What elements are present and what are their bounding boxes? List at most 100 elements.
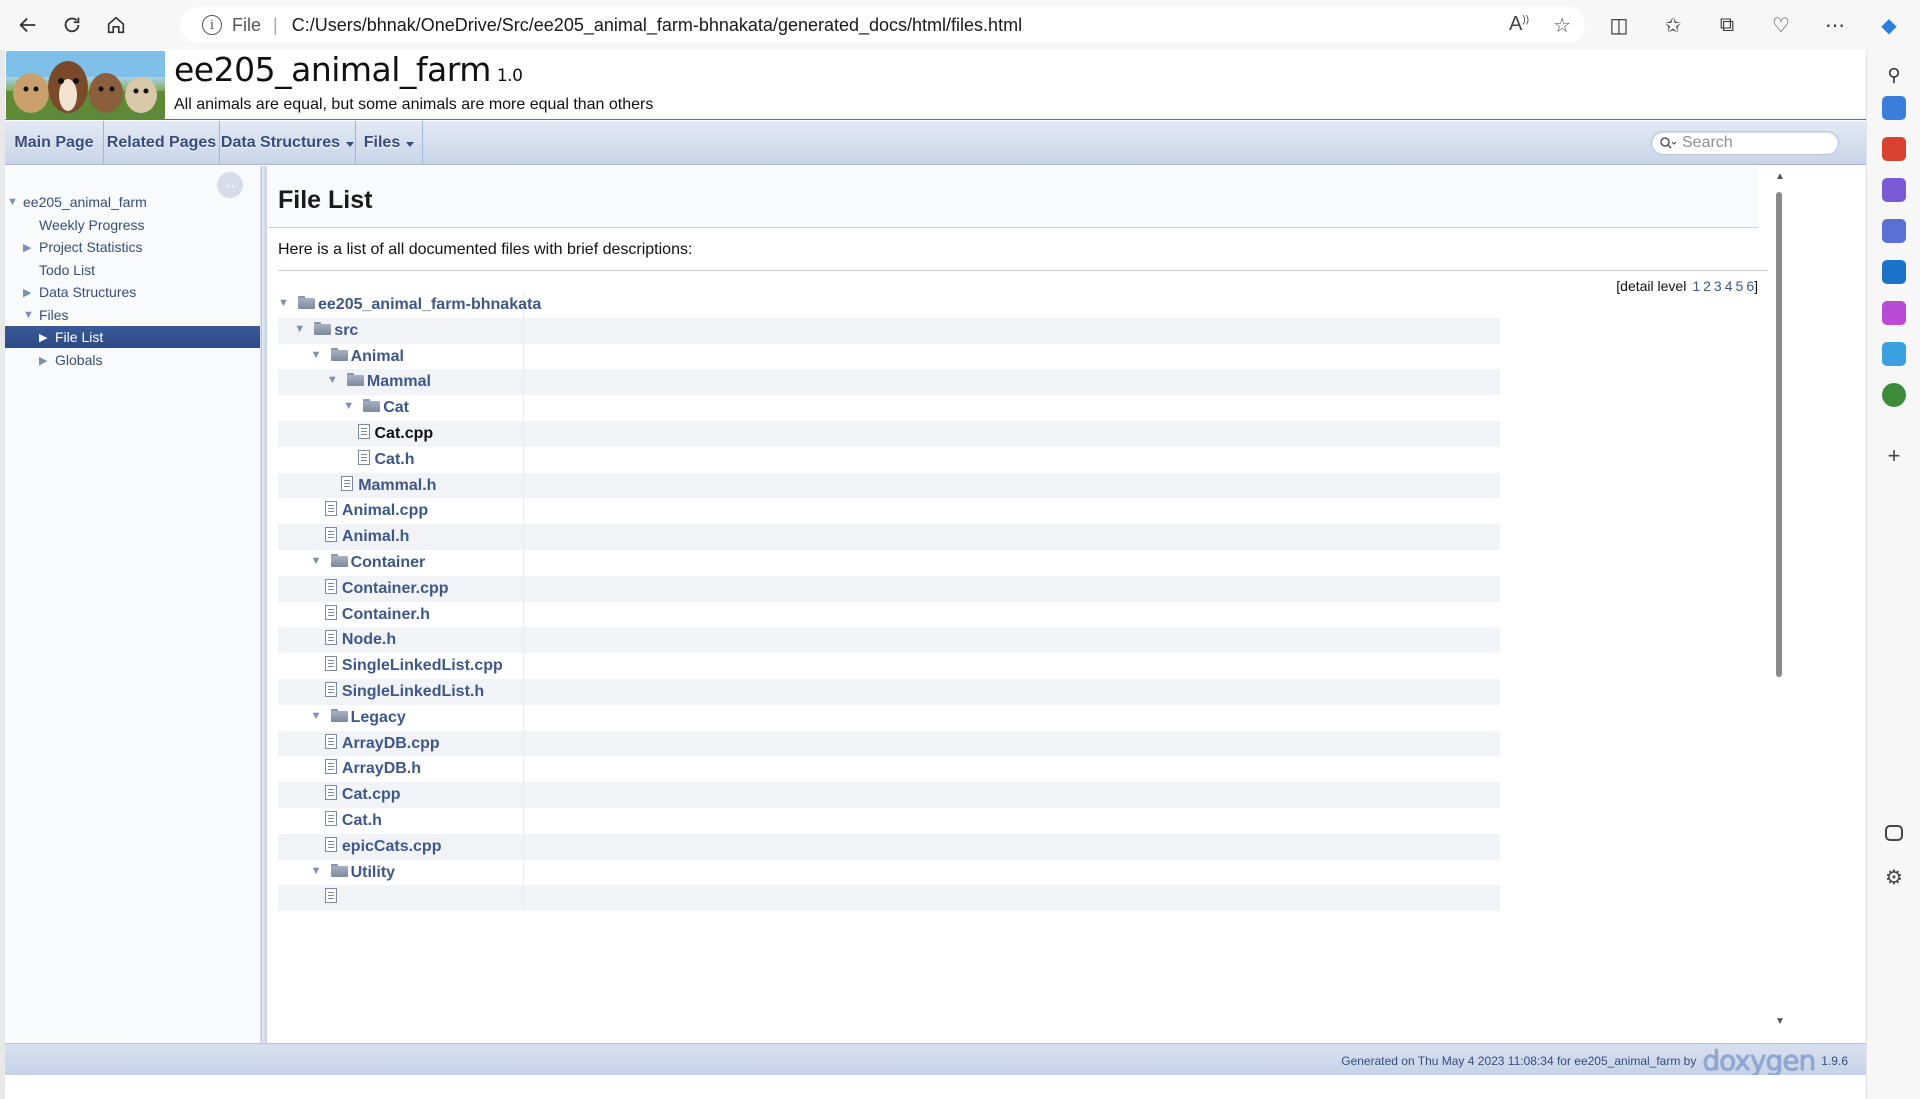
- tree-row-folder[interactable]: ▼ Animal: [278, 343, 1500, 370]
- file-link[interactable]: Node.h: [342, 631, 396, 649]
- nav-item-data-structures[interactable]: ▶ Data Structures: [5, 281, 260, 303]
- file-link[interactable]: epicCats.cpp: [342, 838, 442, 856]
- nav-expand-arrow-icon[interactable]: ▶: [39, 354, 47, 367]
- tree-row-file[interactable]: Node.h: [278, 627, 1500, 654]
- folder-link[interactable]: ee205_animal_farm-bhnakata: [318, 296, 541, 314]
- expand-arrow-icon[interactable]: ▼: [311, 865, 322, 877]
- folder-link[interactable]: Utility: [351, 864, 395, 882]
- tree-row-file[interactable]: Animal.h: [278, 524, 1500, 550]
- file-link[interactable]: Cat.cpp: [375, 425, 434, 443]
- folder-link[interactable]: Legacy: [351, 709, 406, 727]
- expand-arrow-icon[interactable]: ▼: [327, 374, 338, 386]
- folder-link[interactable]: Animal: [351, 348, 404, 366]
- add-sidebar-icon[interactable]: +: [1882, 445, 1906, 469]
- tree-row-folder[interactable]: ▼ Utility: [278, 859, 1500, 886]
- tree-row-file[interactable]: ArrayDB.h: [278, 756, 1500, 783]
- scroll-thumb[interactable]: [1776, 192, 1782, 677]
- tree-row-file[interactable]: Cat.cpp: [278, 782, 1500, 808]
- tree-row-folder[interactable]: ▼ ee205_animal_farm-bhnakata: [278, 292, 1500, 318]
- nav-expand-arrow-icon[interactable]: ▼: [7, 196, 18, 208]
- favorite-star-icon[interactable]: ☆: [1553, 13, 1571, 38]
- split-screen-icon[interactable]: ◫: [1600, 8, 1638, 42]
- nav-item-project[interactable]: ▼ ee205_animal_farm: [5, 191, 260, 213]
- favorites-icon[interactable]: ✩: [1654, 8, 1692, 42]
- tree-row-folder[interactable]: ▼ Mammal: [278, 369, 1500, 396]
- folder-link[interactable]: Cat: [383, 399, 409, 417]
- expand-arrow-icon[interactable]: ▼: [294, 323, 305, 335]
- tree-row-folder[interactable]: ▼ src: [278, 317, 1500, 344]
- tree-row-folder[interactable]: ▼ Container: [278, 549, 1500, 576]
- tree-row-file[interactable]: Container.h: [278, 601, 1500, 628]
- designer-icon[interactable]: [1882, 301, 1906, 325]
- microsoft-365-icon[interactable]: [1882, 219, 1906, 243]
- nav-expand-arrow-icon[interactable]: ▶: [39, 331, 47, 344]
- tools-icon[interactable]: [1882, 137, 1906, 161]
- games-icon[interactable]: [1882, 178, 1906, 202]
- tree-row-file[interactable]: Animal.cpp: [278, 498, 1500, 525]
- send-icon[interactable]: [1882, 342, 1906, 366]
- nav-expand-arrow-icon[interactable]: ▶: [23, 286, 31, 299]
- browser-essentials-icon[interactable]: ♡: [1762, 8, 1800, 42]
- refresh-icon[interactable]: [52, 5, 92, 45]
- tree-row-file[interactable]: ArrayDB.cpp: [278, 730, 1500, 757]
- resize-splitter[interactable]: [261, 166, 267, 1043]
- menu-main-page[interactable]: Main Page: [5, 121, 104, 165]
- tree-row-file[interactable]: [278, 885, 1500, 912]
- file-link[interactable]: SingleLinkedList.h: [342, 683, 484, 701]
- file-link[interactable]: ArrayDB.cpp: [342, 735, 440, 753]
- file-link[interactable]: Cat.h: [342, 812, 382, 830]
- file-link[interactable]: Animal.cpp: [342, 502, 428, 520]
- address-url[interactable]: C:/Users/bhnak/OneDrive/Src/ee205_animal…: [292, 15, 1022, 36]
- nav-item-file-list[interactable]: ▶ File List: [5, 326, 260, 348]
- nav-item-project-statistics[interactable]: ▶ Project Statistics: [5, 236, 260, 258]
- tree-row-folder[interactable]: ▼ Legacy: [278, 704, 1500, 731]
- folder-link[interactable]: src: [334, 322, 358, 340]
- copilot-icon[interactable]: ◆: [1870, 8, 1908, 42]
- collections-icon[interactable]: ⧉: [1708, 8, 1746, 42]
- tree-row-folder[interactable]: ▼ Cat: [278, 395, 1500, 421]
- nav-item-todo-list[interactable]: Todo List: [5, 259, 260, 281]
- file-link[interactable]: Cat.h: [375, 451, 415, 469]
- scroll-down-icon[interactable]: ▼: [1775, 1016, 1785, 1027]
- tree-row-file[interactable]: Cat.h: [278, 446, 1500, 473]
- nav-expand-arrow-icon[interactable]: ▶: [23, 241, 31, 254]
- file-link[interactable]: SingleLinkedList.cpp: [342, 657, 503, 675]
- tree-row-file[interactable]: epicCats.cpp: [278, 833, 1500, 860]
- settings-gear-icon[interactable]: ⚙: [1882, 865, 1906, 889]
- read-aloud-icon[interactable]: A)): [1509, 13, 1529, 38]
- folder-link[interactable]: Container: [351, 554, 426, 572]
- info-icon[interactable]: i: [202, 15, 222, 35]
- search-input[interactable]: [1682, 134, 1822, 152]
- tree-row-file[interactable]: Mammal.h: [278, 472, 1500, 499]
- address-bar[interactable]: i File | C:/Users/bhnak/OneDrive/Src/ee2…: [180, 7, 1585, 43]
- menu-related-pages[interactable]: Related Pages: [104, 121, 220, 165]
- search-icon[interactable]: [1660, 137, 1676, 149]
- sidebar-toggle-icon[interactable]: [1885, 825, 1903, 841]
- expand-arrow-icon[interactable]: ▼: [343, 400, 354, 412]
- expand-arrow-icon[interactable]: ▼: [311, 710, 322, 722]
- nav-item-weekly-progress[interactable]: Weekly Progress: [5, 214, 260, 236]
- tree-row-file[interactable]: Cat.cpp: [278, 420, 1500, 447]
- tree-row-file[interactable]: Cat.h: [278, 807, 1500, 834]
- vertical-scrollbar[interactable]: ▲ ▼: [1771, 166, 1787, 1043]
- file-link[interactable]: Container.h: [342, 606, 430, 624]
- file-link[interactable]: Animal.h: [342, 528, 410, 546]
- menu-files[interactable]: Files: [356, 121, 423, 165]
- expand-arrow-icon[interactable]: ▼: [311, 555, 322, 567]
- back-icon[interactable]: [8, 5, 48, 45]
- tree-row-file[interactable]: SingleLinkedList.h: [278, 678, 1500, 705]
- home-icon[interactable]: [96, 5, 136, 45]
- nav-expand-arrow-icon[interactable]: ▼: [23, 309, 34, 321]
- expand-arrow-icon[interactable]: ▼: [311, 349, 322, 361]
- expand-arrow-icon[interactable]: ▼: [278, 297, 289, 309]
- doxygen-logo[interactable]: doxygen: [1702, 1047, 1816, 1075]
- menu-data-structures[interactable]: Data Structures: [220, 121, 356, 165]
- folder-link[interactable]: Mammal: [367, 373, 431, 391]
- scroll-up-icon[interactable]: ▲: [1775, 171, 1785, 182]
- shopping-icon[interactable]: [1882, 96, 1906, 120]
- nav-item-globals[interactable]: ▶ Globals: [5, 349, 260, 371]
- search-sidebar-icon[interactable]: ⚲: [1882, 65, 1906, 89]
- file-link[interactable]: Cat.cpp: [342, 786, 401, 804]
- nav-item-files[interactable]: ▼ Files: [5, 304, 260, 326]
- file-link[interactable]: ArrayDB.h: [342, 760, 421, 778]
